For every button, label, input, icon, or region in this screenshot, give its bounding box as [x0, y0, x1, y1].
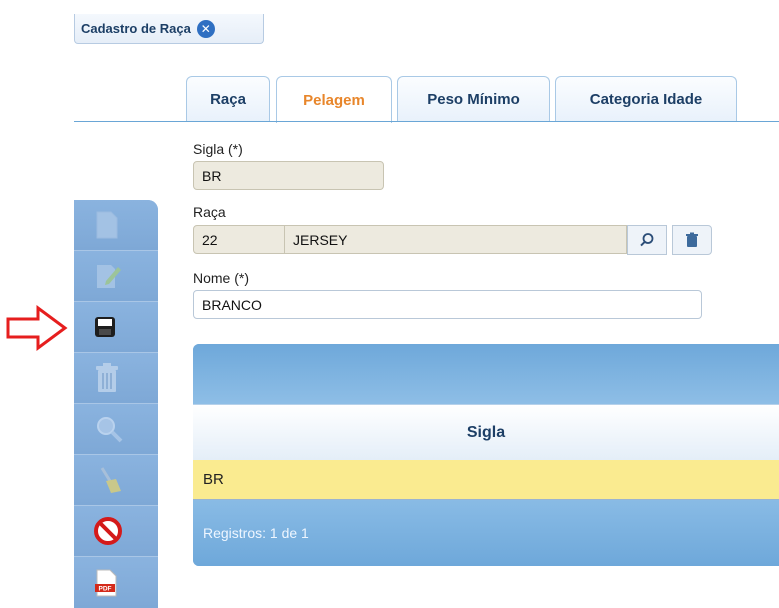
tab-categoria-idade[interactable]: Categoria Idade — [555, 76, 737, 122]
sigla-label: Sigla (*) — [193, 141, 243, 157]
raca-code-field[interactable]: 22 — [193, 225, 285, 254]
svg-text:PDF: PDF — [99, 585, 112, 592]
tab-pelagem[interactable]: Pelagem — [276, 76, 392, 123]
sigla-field[interactable]: BR — [193, 161, 384, 190]
save-icon — [95, 317, 115, 337]
clear-button[interactable] — [74, 455, 158, 506]
tabs-divider — [74, 121, 779, 122]
edit-icon — [97, 265, 121, 288]
window-tab[interactable]: Cadastro de Raça ✕ — [74, 14, 264, 44]
tab-raca[interactable]: Raça — [186, 76, 270, 122]
table-row[interactable]: BR — [193, 460, 779, 500]
new-button[interactable] — [74, 200, 158, 251]
nome-label: Nome (*) — [193, 270, 250, 286]
close-icon[interactable]: ✕ — [196, 19, 215, 38]
column-header-label: Sigla — [466, 423, 506, 441]
action-toolbar: PDF — [74, 200, 158, 608]
edit-button[interactable] — [74, 251, 158, 302]
nome-value: BRANCO — [202, 296, 262, 313]
delete-button[interactable] — [74, 353, 158, 404]
tab-categoria-idade-label: Categoria Idade — [589, 91, 703, 108]
window-tab-title: Cadastro de Raça — [81, 21, 191, 36]
pdf-button[interactable]: PDF — [74, 557, 158, 608]
raca-label: Raça — [193, 204, 226, 220]
records-count: Registros: 1 de 1 — [203, 525, 309, 541]
search-raca-button[interactable] — [627, 225, 667, 255]
tab-pelagem-label: Pelagem — [303, 91, 365, 109]
clear-raca-button[interactable] — [672, 225, 712, 255]
sigla-value: BR — [202, 167, 222, 184]
trash-icon — [96, 363, 118, 392]
trash-icon — [686, 232, 698, 247]
grid-footer: Registros: 1 de 1 — [193, 500, 779, 566]
cancel-icon — [94, 517, 122, 545]
records-grid: Sigla BR Registros: 1 de 1 — [193, 344, 779, 566]
tab-peso-minimo-label: Peso Mínimo — [427, 91, 520, 108]
magnifier-icon — [640, 233, 654, 247]
search-button[interactable] — [74, 404, 158, 455]
raca-name-value: JERSEY — [293, 231, 348, 248]
cancel-button[interactable] — [74, 506, 158, 557]
raca-name-field[interactable]: JERSEY — [284, 225, 627, 254]
grid-header-bar — [193, 344, 779, 404]
broom-icon — [100, 467, 121, 493]
new-document-icon — [96, 211, 118, 239]
pdf-icon: PDF — [95, 569, 117, 596]
raca-code-value: 22 — [202, 231, 218, 248]
arrow-right-icon — [6, 305, 68, 351]
column-header-sigla[interactable]: Sigla — [193, 404, 779, 460]
tab-raca-label: Raça — [210, 91, 246, 108]
nome-field[interactable]: BRANCO — [193, 290, 702, 319]
tab-peso-minimo[interactable]: Peso Mínimo — [397, 76, 550, 122]
save-button[interactable] — [74, 302, 158, 353]
cell-sigla: BR — [203, 471, 224, 488]
search-icon — [97, 417, 123, 443]
